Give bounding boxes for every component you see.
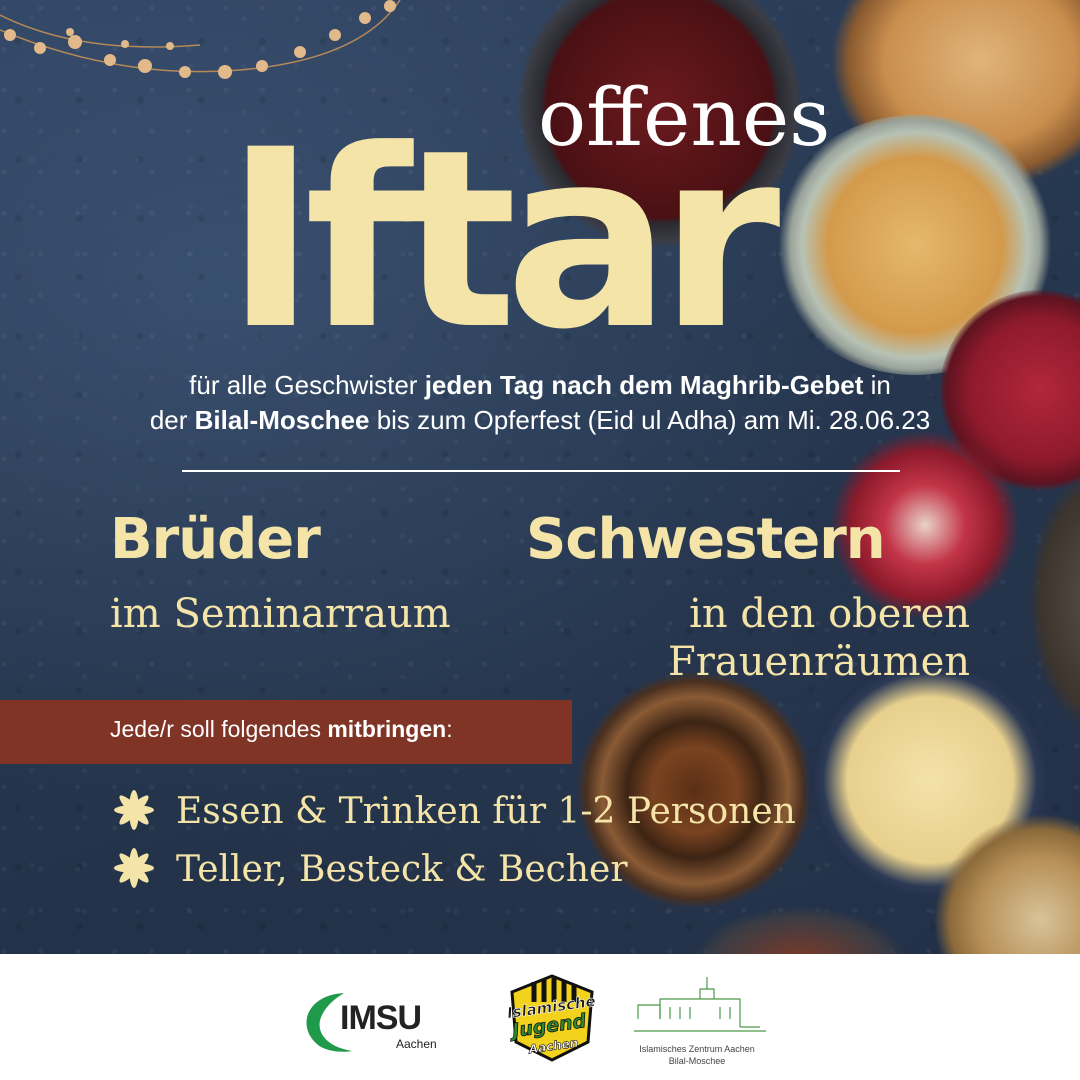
sisters-location: in den oberen Frauenräumen xyxy=(560,590,970,686)
brothers-location: im Seminarraum xyxy=(110,591,451,637)
intro-line2-end: bis zum Opferfest (Eid ul Adha) am Mi. 2… xyxy=(369,405,931,435)
sparkle-bullet-icon xyxy=(114,790,154,830)
sisters-heading: Schwestern xyxy=(526,507,886,572)
intro-line2-start: der xyxy=(149,405,195,435)
title-iftar: Iftar xyxy=(225,98,780,384)
intro-line1-end: in xyxy=(863,370,891,400)
bring-label-start: Jede/r soll folgendes xyxy=(110,716,328,742)
imsu-logo-city: Aachen xyxy=(396,1037,437,1051)
bring-item-1: Essen & Trinken für 1-2 Personen xyxy=(176,791,796,832)
bring-label: Jede/r soll folgendes mitbringen: xyxy=(110,716,453,743)
sisters-location-line1: in den oberen xyxy=(689,591,970,637)
intro-line2-bold: Bilal-Moschee xyxy=(194,405,370,435)
poster-background: offenes Iftar für alle Geschwister jeden… xyxy=(0,0,1080,954)
sparkle-bullet-icon xyxy=(114,848,154,888)
divider xyxy=(182,470,900,472)
imsu-logo-name: IMSU xyxy=(340,999,422,1037)
bring-label-end: : xyxy=(446,716,453,742)
sisters-location-line2: Frauenräumen xyxy=(667,639,970,685)
mosque-logo-line1: Islamisches Zentrum Aachen xyxy=(639,1044,755,1054)
intro-line1-start: für alle Geschwister xyxy=(189,370,425,400)
bring-label-bold: mitbringen xyxy=(327,716,447,742)
string-lights-icon xyxy=(0,0,401,79)
intro-text: für alle Geschwister jeden Tag nach dem … xyxy=(0,368,1080,438)
intro-line1-bold: jeden Tag nach dem Maghrib-Gebet xyxy=(424,370,864,400)
islamische-jugend-logo: Islamische Jugend Aachen xyxy=(506,974,597,1062)
mosque-logo xyxy=(634,977,766,1032)
brothers-heading: Brüder xyxy=(110,507,321,572)
mosque-logo-line2: Bilal-Moschee xyxy=(668,1056,726,1066)
bring-item-2: Teller, Besteck & Becher xyxy=(176,849,628,890)
